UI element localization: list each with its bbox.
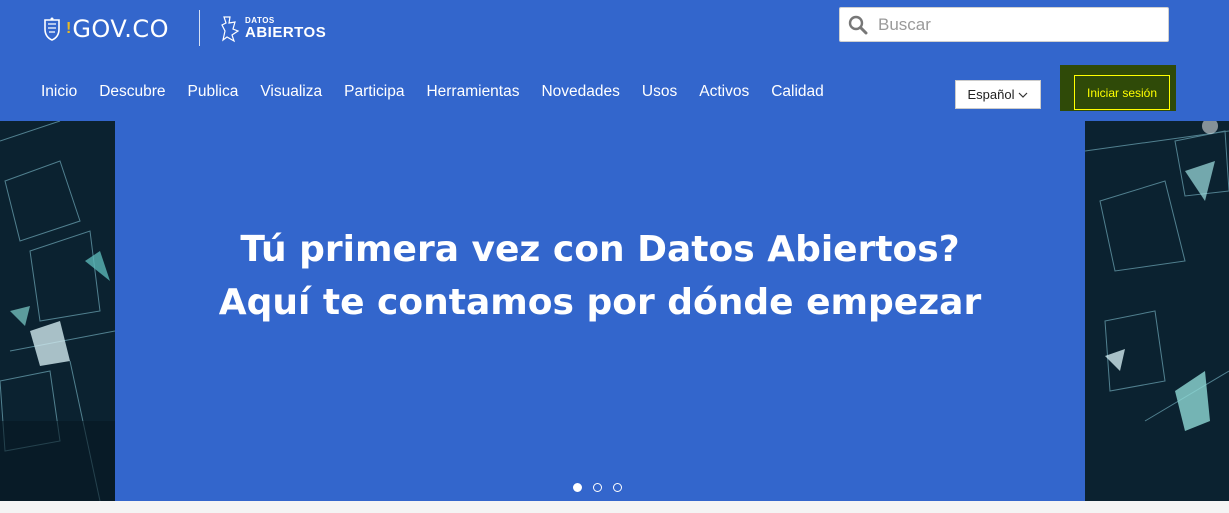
main-nav: Inicio Descubre Publica Visualiza Partic… <box>41 83 846 101</box>
datos-abiertos-mark-icon <box>221 16 240 43</box>
carousel-indicators <box>573 483 622 492</box>
nav-item-herramientas[interactable]: Herramientas <box>426 83 519 101</box>
carousel-dot-2[interactable] <box>593 483 602 492</box>
nav-item-calidad[interactable]: Calidad <box>771 83 824 101</box>
nav-item-usos[interactable]: Usos <box>642 83 677 101</box>
govco-logo-text: GOV.CO <box>72 15 169 43</box>
govco-logo[interactable]: ! GOV.CO <box>42 12 169 46</box>
carousel-dot-1[interactable] <box>573 483 582 492</box>
logo-divider <box>199 10 200 46</box>
nav-item-novedades[interactable]: Novedades <box>541 83 619 101</box>
nav-item-publica[interactable]: Publica <box>188 83 239 101</box>
hero-title-line-1: Tú primera vez con Datos Abiertos? <box>240 229 960 270</box>
abstract-crystals-image <box>1085 121 1229 501</box>
hero-title: Tú primera vez con Datos Abiertos? Aquí … <box>115 223 1085 329</box>
datos-abiertos-logo[interactable]: DATOS ABIERTOS <box>221 13 326 43</box>
search-icon[interactable] <box>848 15 868 35</box>
carousel-dot-3[interactable] <box>613 483 622 492</box>
nav-item-descubre[interactable]: Descubre <box>99 83 165 101</box>
nav-item-inicio[interactable]: Inicio <box>41 83 77 101</box>
nav-item-participa[interactable]: Participa <box>344 83 404 101</box>
login-focus-area: Iniciar sesión <box>1060 65 1176 111</box>
hero-carousel: Tú primera vez con Datos Abiertos? Aquí … <box>0 121 1229 501</box>
colombia-shield-icon <box>44 17 60 41</box>
datos-logo-big: ABIERTOS <box>245 23 327 41</box>
hero-side-image-left <box>0 121 115 501</box>
search-box <box>839 7 1169 42</box>
govco-exclamation: ! <box>66 20 72 37</box>
chevron-down-icon <box>1019 92 1028 98</box>
hero-side-image-right <box>1085 121 1229 501</box>
nav-item-visualiza[interactable]: Visualiza <box>260 83 322 101</box>
language-label: Español <box>967 87 1015 102</box>
login-button[interactable]: Iniciar sesión <box>1074 75 1170 110</box>
hero-title-line-2: Aquí te contamos por dónde empezar <box>218 282 982 323</box>
abstract-crystals-image <box>0 121 115 501</box>
site-header: ! GOV.CO DATOS ABIERTOS Inicio Descubre … <box>0 0 1229 121</box>
nav-item-activos[interactable]: Activos <box>699 83 749 101</box>
search-input[interactable] <box>876 13 1160 36</box>
language-select[interactable]: Español <box>955 80 1041 109</box>
